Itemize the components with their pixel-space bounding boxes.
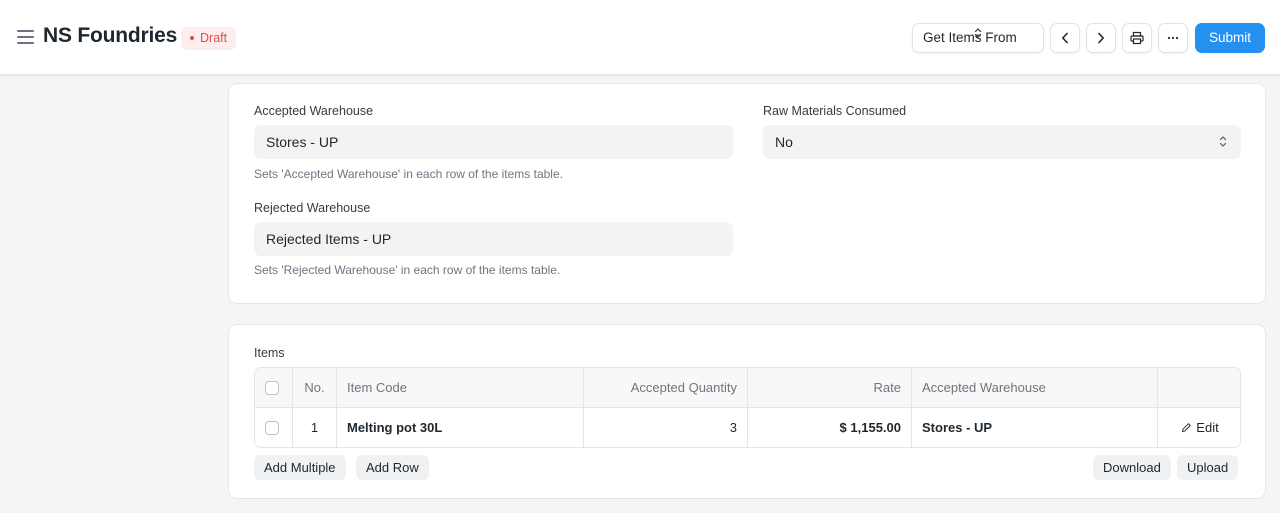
printer-icon	[1130, 31, 1144, 45]
submit-button[interactable]: Submit	[1195, 23, 1265, 53]
row-accepted-quantity[interactable]: 3	[584, 408, 748, 447]
row-checkbox-cell	[255, 408, 293, 447]
select-updown-icon	[1219, 136, 1227, 147]
column-header-accepted-quantity: Accepted Quantity	[584, 368, 748, 408]
chevron-left-icon	[1062, 32, 1068, 44]
column-header-accepted-warehouse: Accepted Warehouse	[912, 368, 1158, 408]
ellipsis-icon	[1167, 36, 1179, 40]
raw-materials-consumed-label: Raw Materials Consumed	[763, 104, 907, 118]
accepted-warehouse-field[interactable]: Stores - UP	[254, 125, 733, 159]
raw-materials-consumed-value: No	[775, 134, 793, 150]
rejected-warehouse-field[interactable]: Rejected Items - UP	[254, 222, 733, 256]
header-checkbox-cell	[255, 368, 293, 408]
select-all-checkbox[interactable]	[265, 381, 279, 395]
previous-button[interactable]	[1050, 23, 1080, 53]
get-items-from-label: Get Items From	[923, 30, 1017, 45]
table-row[interactable]: 1 Melting pot 30L 3 $ 1,155.00 Stores - …	[255, 408, 1240, 447]
rejected-warehouse-label: Rejected Warehouse	[254, 201, 371, 215]
raw-materials-consumed-select[interactable]: No	[763, 125, 1241, 159]
upload-button[interactable]: Upload	[1177, 455, 1239, 480]
items-section: Items No. Item Code Accepted Quantity Ra…	[228, 324, 1266, 499]
row-no: 1	[293, 408, 337, 447]
page-title: NS Foundries	[43, 24, 178, 47]
column-header-actions	[1158, 368, 1240, 408]
pencil-icon	[1182, 423, 1192, 432]
row-edit-button[interactable]: Edit	[1158, 408, 1240, 447]
items-table: No. Item Code Accepted Quantity Rate Acc…	[254, 367, 1241, 448]
status-badge: Draft	[181, 27, 237, 50]
items-label: Items	[254, 346, 285, 360]
chevron-right-icon	[1098, 32, 1104, 44]
status-badge-label: Draft	[200, 31, 228, 45]
column-header-item-code: Item Code	[337, 368, 584, 408]
print-button[interactable]	[1122, 23, 1152, 53]
page-header: NS Foundries Draft Get Items From Submit	[0, 0, 1280, 75]
get-items-from-button[interactable]: Get Items From	[912, 23, 1044, 53]
menu-icon[interactable]	[17, 30, 34, 44]
download-button[interactable]: Download	[1093, 455, 1171, 480]
sort-updown-icon	[974, 28, 982, 38]
add-multiple-button[interactable]: Add Multiple	[254, 455, 346, 480]
more-actions-button[interactable]	[1158, 23, 1188, 53]
rejected-warehouse-help: Sets 'Rejected Warehouse' in each row of…	[254, 263, 561, 277]
accepted-warehouse-label: Accepted Warehouse	[254, 104, 374, 118]
items-table-header: No. Item Code Accepted Quantity Rate Acc…	[255, 368, 1240, 408]
add-row-button[interactable]: Add Row	[356, 455, 429, 480]
row-item-code[interactable]: Melting pot 30L	[337, 408, 584, 447]
row-checkbox[interactable]	[265, 421, 279, 435]
row-accepted-warehouse[interactable]: Stores - UP	[912, 408, 1158, 447]
row-rate[interactable]: $ 1,155.00	[748, 408, 912, 447]
column-header-no: No.	[293, 368, 337, 408]
status-dot-icon	[190, 35, 194, 40]
accepted-warehouse-help: Sets 'Accepted Warehouse' in each row of…	[254, 167, 563, 181]
row-edit-label: Edit	[1196, 420, 1219, 435]
next-button[interactable]	[1086, 23, 1116, 53]
warehouse-section: Accepted Warehouse Stores - UP Sets 'Acc…	[228, 83, 1266, 304]
column-header-rate: Rate	[748, 368, 912, 408]
